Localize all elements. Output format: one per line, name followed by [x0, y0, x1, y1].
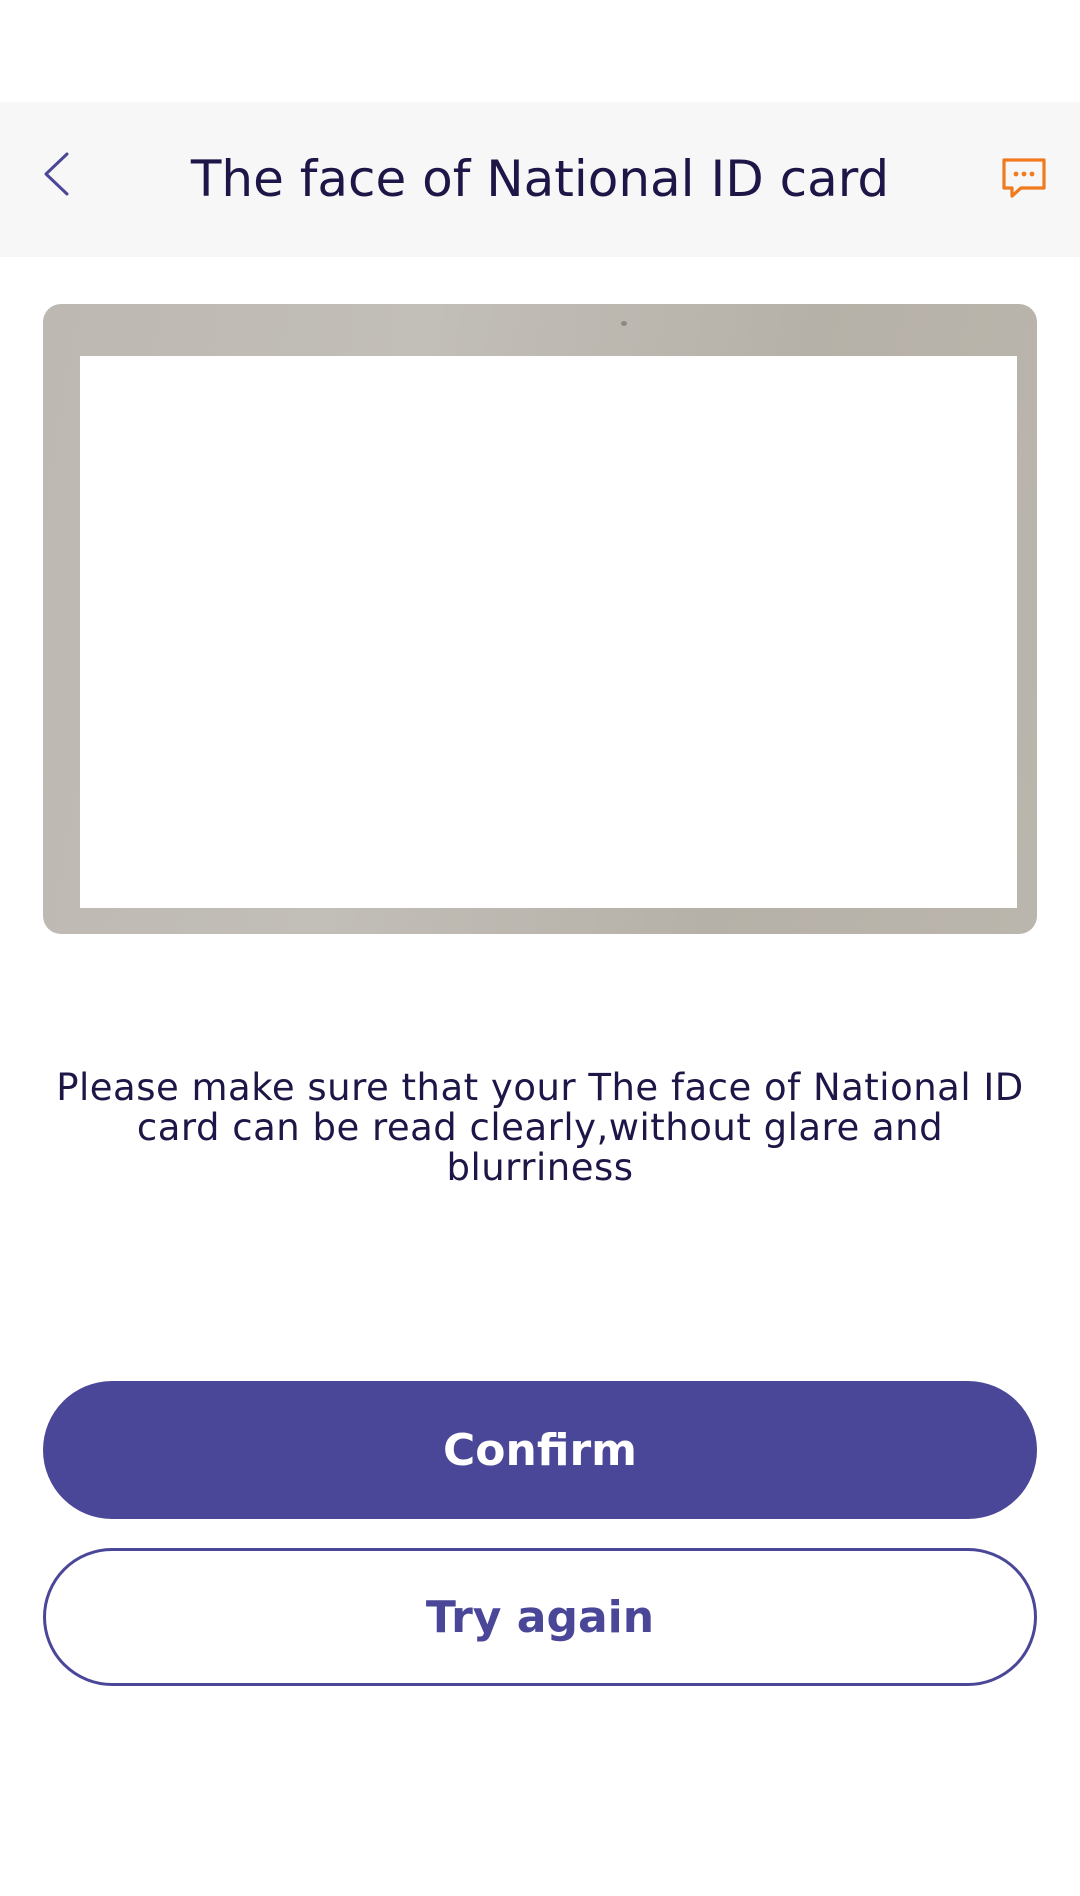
id-card-image — [80, 356, 1017, 908]
back-button[interactable] — [30, 138, 82, 210]
captured-id-photo — [43, 304, 1037, 934]
photo-speck — [621, 321, 627, 326]
app-header: The face of National ID card — [0, 102, 1080, 257]
capture-instruction-text: Please make sure that your The face of N… — [56, 1066, 1024, 1189]
chevron-left-icon — [44, 152, 69, 196]
chat-bubble-icon — [1002, 158, 1046, 198]
try-again-button[interactable]: Try again — [43, 1548, 1037, 1686]
status-bar — [0, 0, 1080, 102]
customer-service-button[interactable] — [994, 148, 1054, 208]
page-title: The face of National ID card — [190, 150, 890, 208]
confirm-button[interactable]: Confirm — [43, 1381, 1037, 1519]
